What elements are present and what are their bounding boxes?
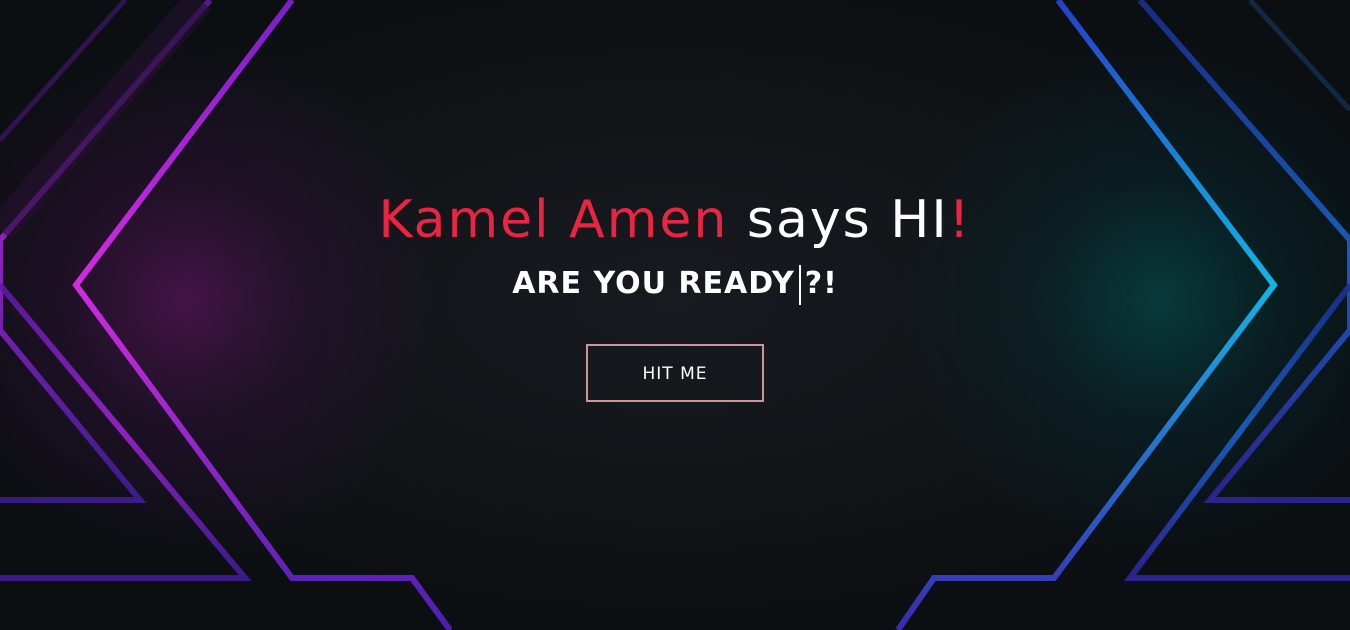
name-text: Kamel Amen bbox=[378, 190, 729, 250]
says-text: says HI bbox=[746, 190, 949, 250]
right-faint-line bbox=[1248, 0, 1350, 112]
tagline-suffix: ?! bbox=[804, 266, 838, 301]
hero-content: Kamel Amen says HI! ARE YOU READY?! HIT … bbox=[0, 188, 1350, 402]
typing-cursor bbox=[798, 264, 801, 305]
hero-tagline: ARE YOU READY?! bbox=[0, 262, 1350, 306]
exclaim-mark: ! bbox=[948, 190, 972, 250]
tagline-text: ARE YOU READY bbox=[512, 266, 795, 301]
hit-me-button[interactable]: HIT ME bbox=[586, 344, 764, 402]
hero-stage: Kamel Amen says HI! ARE YOU READY?! HIT … bbox=[0, 0, 1350, 630]
hero-headline: Kamel Amen says HI! bbox=[0, 188, 1350, 252]
